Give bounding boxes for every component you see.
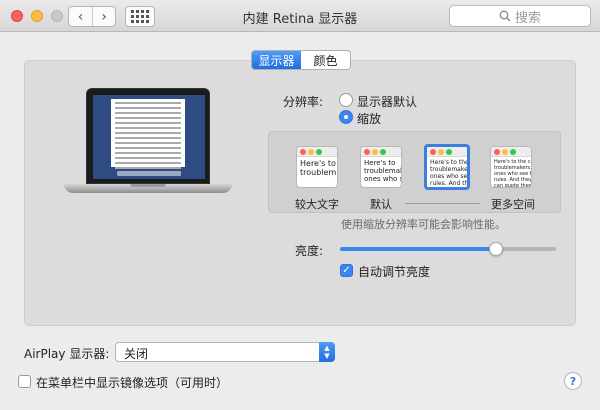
radio-scaled-label[interactable]: 缩放 (357, 110, 381, 127)
preview-title-bar (297, 147, 337, 157)
mirror-options-checkbox[interactable] (18, 375, 31, 388)
preview-text: Here's to the crazy one troublemakers. T… (494, 159, 532, 188)
preview-text: Here's to troublem (300, 159, 337, 177)
auto-brightness-label[interactable]: 自动调节亮度 (358, 263, 430, 280)
scale-option-default-label: 默认 (370, 198, 392, 211)
tab-bar: 显示器 颜色 (251, 50, 351, 70)
brightness-slider-fill (340, 247, 496, 251)
document-preview (111, 99, 185, 169)
search-icon (499, 10, 511, 22)
airplay-display-value: 关闭 (124, 347, 149, 361)
resolution-label: 分辨率: (283, 95, 324, 109)
preview-text: Here's to the c troublemakers. ones who … (430, 159, 470, 187)
scale-indicator-line (405, 203, 480, 204)
search-field[interactable]: 搜索 (449, 5, 591, 27)
mirror-options-label[interactable]: 在菜单栏中显示镜像选项（可用时） (36, 374, 228, 391)
scale-option-more-space-label: 更多空间 (491, 198, 535, 211)
scale-option-larger-text[interactable]: Here's to troublem (296, 146, 338, 188)
preview-title-bar (361, 147, 401, 157)
brightness-slider-track[interactable] (340, 247, 556, 251)
laptop-notch (130, 184, 166, 187)
laptop-illustration (86, 88, 210, 184)
preview-title-bar (427, 147, 467, 157)
laptop-display (93, 95, 205, 179)
scale-option-default[interactable]: Here's to troublemak ones who se (360, 146, 402, 188)
tab-display[interactable]: 显示器 (252, 51, 301, 69)
airplay-label: AirPlay 显示器: (24, 347, 110, 361)
brightness-label: 亮度: (295, 244, 324, 258)
radio-display-default[interactable] (339, 93, 353, 107)
help-button[interactable]: ? (564, 372, 582, 390)
chevron-up-down-icon: ▲ ▼ (319, 342, 335, 362)
scale-performance-note: 使用缩放分辨率可能会影响性能。 (341, 218, 506, 231)
brightness-slider-knob[interactable] (488, 242, 503, 256)
search-placeholder: 搜索 (514, 10, 541, 26)
scale-option-selected[interactable]: Here's to the c troublemakers. ones who … (424, 144, 470, 190)
scale-option-more-space[interactable]: Here's to the crazy one troublemakers. T… (490, 146, 532, 188)
airplay-display-select[interactable]: 关闭 ▲ ▼ (115, 342, 335, 362)
auto-brightness-checkbox[interactable]: ✓ (340, 264, 353, 277)
tab-color[interactable]: 颜色 (301, 51, 350, 69)
dock (117, 171, 181, 176)
title-bar: ‹ › 内建 Retina 显示器 搜索 (0, 0, 600, 32)
radio-scaled[interactable] (339, 110, 353, 124)
preview-text: Here's to troublemak ones who se (364, 159, 402, 183)
radio-display-default-label[interactable]: 显示器默认 (357, 93, 417, 110)
preview-title-bar (491, 147, 531, 157)
scale-option-larger-text-label: 较大文字 (295, 198, 339, 211)
